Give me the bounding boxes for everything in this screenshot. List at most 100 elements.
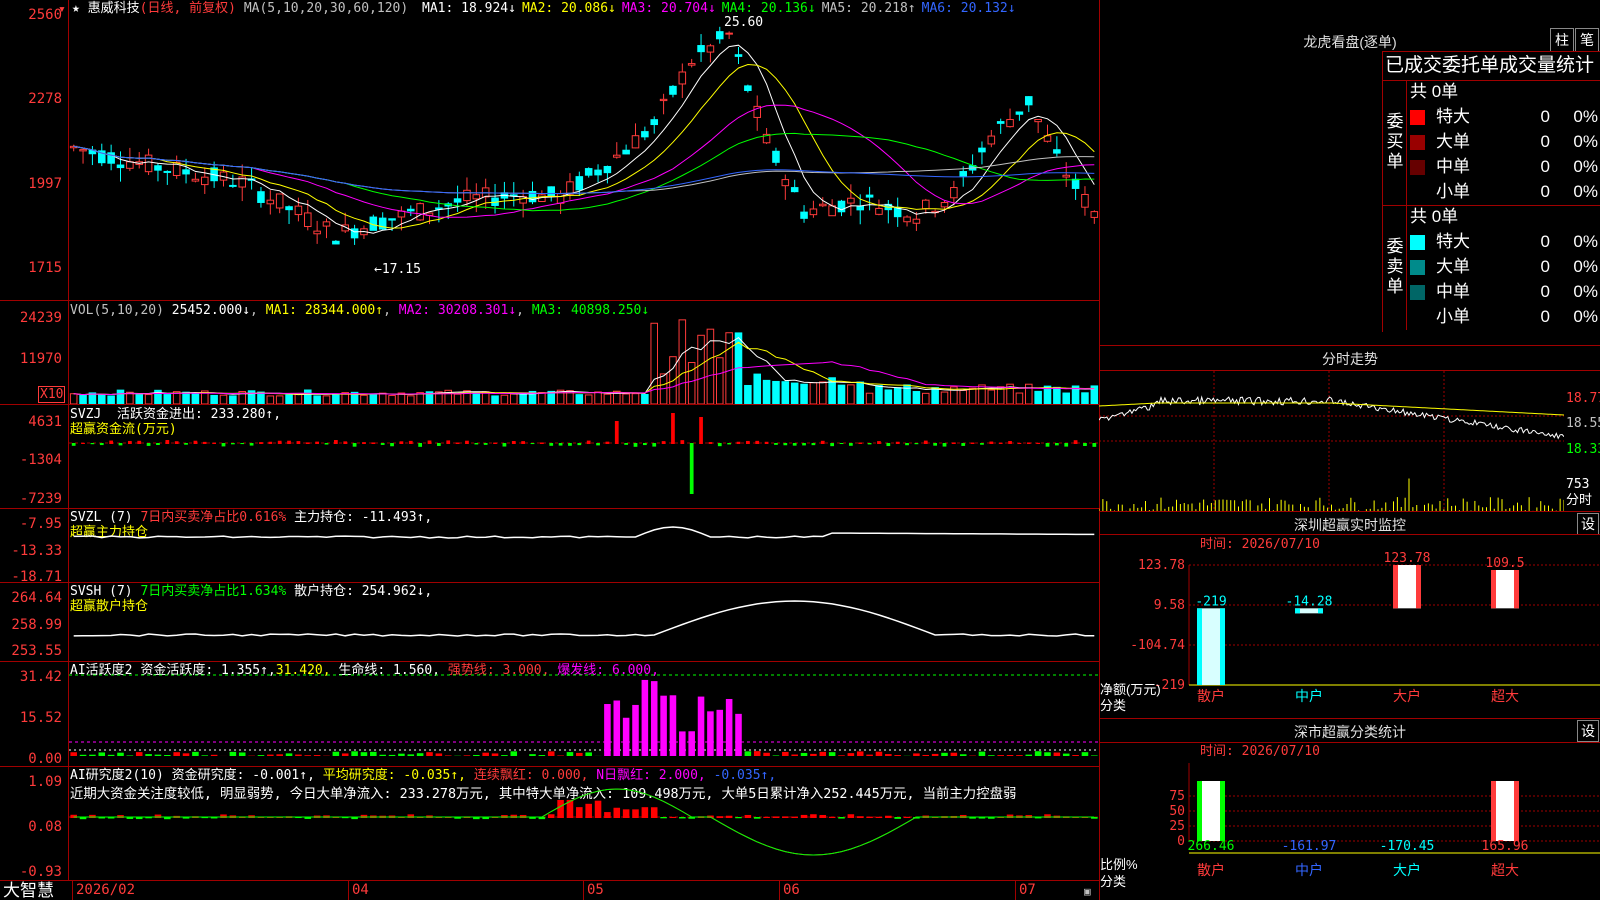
candle-body	[453, 198, 462, 203]
holding-line	[73, 526, 1095, 539]
volume-bar	[940, 391, 949, 404]
volume-bar	[388, 394, 396, 404]
volume-bar	[144, 394, 153, 404]
volume-bar	[987, 389, 996, 404]
order-size-label: 大单	[1436, 257, 1470, 276]
flow-bar	[109, 440, 114, 444]
candle-body	[191, 178, 200, 182]
candle-body	[584, 168, 593, 176]
activity-bar	[688, 731, 695, 756]
candle-body	[921, 199, 930, 210]
lock-icon[interactable]: ▣	[1084, 884, 1091, 899]
volume-bar	[912, 391, 921, 404]
svzl-y-label: -13.33	[11, 543, 62, 559]
candlestick-chart[interactable]	[69, 0, 1099, 300]
volume-bar	[1081, 392, 1089, 404]
cls-category: 超大	[1491, 862, 1519, 878]
tick-view-button[interactable]: 笔	[1575, 28, 1599, 52]
sell-total: 共 0单	[1410, 207, 1459, 226]
activity-bar	[164, 755, 171, 756]
order-stats-title: 已成交委托单成交量统计	[1385, 55, 1595, 76]
class-settings-button[interactable]: 设	[1577, 720, 1599, 742]
volume-bar	[641, 394, 649, 404]
research-line-red	[73, 788, 1095, 856]
candle-body	[463, 189, 471, 202]
sz-class-chart[interactable]: 7550250 266.46 散户 -161.97 中户 -170.45 大户 165.96 超…	[1099, 743, 1600, 900]
volume-bar	[229, 395, 237, 404]
ai1-y-label: 0.00	[28, 751, 62, 767]
activity-bar	[341, 753, 349, 756]
research-bar	[810, 814, 817, 818]
research-bar	[632, 809, 639, 818]
sz-bar-value: -14.28	[1286, 594, 1333, 609]
ai2-chart[interactable]	[69, 767, 1099, 880]
cls-bar-edge	[1197, 781, 1202, 841]
activity-bar	[1034, 751, 1042, 756]
candle-body	[1034, 119, 1042, 123]
order-count: 0	[1540, 307, 1550, 326]
flow-bar	[811, 443, 816, 446]
candle-body	[332, 240, 340, 245]
svzj-chart[interactable]	[69, 405, 1099, 508]
volume-bar	[135, 394, 144, 404]
flow-bar	[521, 441, 526, 444]
flow-bar	[745, 440, 750, 444]
cls-category: 大户	[1393, 862, 1421, 878]
activity-bar	[435, 753, 443, 756]
order-size-label: 特大	[1436, 107, 1470, 126]
candle-body	[182, 169, 190, 175]
sz-bar-edge	[1491, 569, 1496, 609]
candle-body	[547, 186, 556, 197]
intraday-title: 分时走势	[1322, 351, 1378, 367]
x-axis-label: 06	[783, 882, 800, 898]
class-y-title: 比例%	[1100, 857, 1138, 872]
activity-bar	[1025, 754, 1033, 756]
flow-bar	[1092, 443, 1097, 447]
svsh-chart[interactable]	[69, 583, 1099, 661]
activity-bar	[716, 709, 724, 756]
vol-unit: X10	[38, 386, 66, 403]
candle-body	[725, 32, 733, 35]
svzl-chart[interactable]	[69, 509, 1099, 582]
flow-bar	[493, 442, 497, 444]
flow-bar	[661, 441, 666, 444]
research-line-green	[73, 788, 1095, 856]
candle-body	[322, 221, 331, 227]
flow-bar	[156, 443, 160, 446]
flow-bar	[277, 440, 282, 444]
activity-bar	[856, 751, 864, 756]
activity-bar	[679, 731, 686, 756]
flow-bar	[577, 443, 582, 446]
candle-body	[472, 194, 481, 200]
order-size-label: 特大	[1436, 232, 1470, 251]
candle-body	[303, 212, 312, 228]
volume-bar	[978, 384, 986, 404]
sz-net-chart[interactable]: 123.789.58-104.74-219-219散户-14.28中户123.7…	[1099, 535, 1600, 720]
candle-body	[687, 63, 696, 66]
ai1-chart[interactable]	[69, 662, 1099, 766]
flow-bar	[886, 443, 891, 447]
flow-bar	[230, 443, 235, 445]
intraday-chart[interactable]	[1099, 371, 1564, 511]
research-bar	[838, 817, 845, 819]
activity-bar	[201, 755, 209, 756]
volume-chart[interactable]	[69, 301, 1099, 404]
activity-bar	[182, 753, 190, 756]
volume-bar	[1015, 392, 1024, 404]
activity-bar	[1091, 755, 1098, 756]
volume-bar	[294, 393, 303, 404]
activity-bar	[997, 755, 1004, 756]
flow-bar	[549, 443, 554, 446]
class-x-title: 分类	[1100, 874, 1127, 889]
flow-bar	[146, 443, 151, 446]
research-bar	[622, 809, 630, 818]
buy-row: 大单 0 0%	[1410, 130, 1598, 154]
candle-body	[809, 208, 818, 216]
research-bar	[604, 812, 611, 818]
research-bar	[735, 817, 742, 819]
sz-settings-button[interactable]: 设	[1577, 513, 1599, 535]
svzl-y-label: -18.71	[11, 569, 62, 585]
bar-view-button[interactable]: 柱	[1550, 28, 1574, 52]
flow-bar	[858, 442, 863, 444]
svzj-y-label: -7239	[19, 491, 62, 507]
